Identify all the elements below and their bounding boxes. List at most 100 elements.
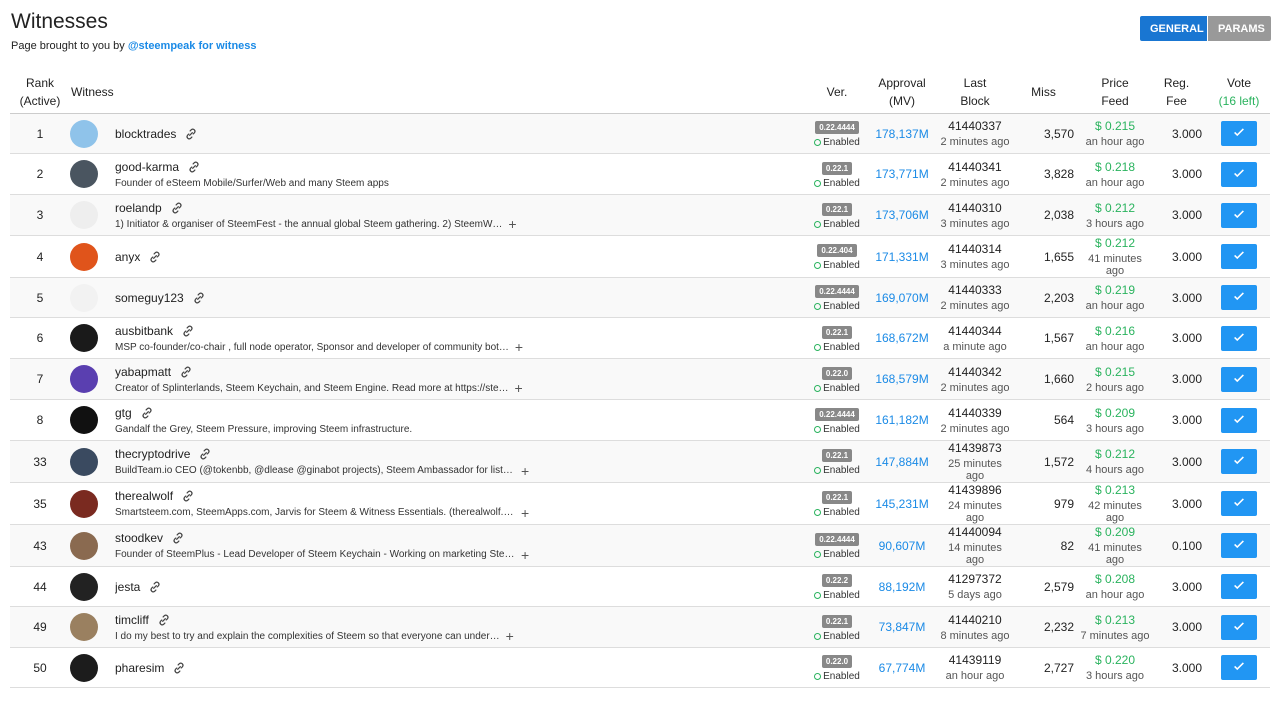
link-icon[interactable]	[140, 406, 154, 420]
price-value: $ 0.215	[1094, 364, 1136, 379]
price-time: an hour ago	[1085, 589, 1145, 601]
witness-name[interactable]: good-karma	[115, 160, 179, 174]
vote-button[interactable]	[1221, 574, 1257, 599]
avatar[interactable]	[70, 447, 98, 476]
col-reg-fee[interactable]: Reg. Fee	[1150, 71, 1208, 114]
witness-name[interactable]: ausbitbank	[115, 324, 173, 338]
col-witness[interactable]: Witness	[70, 71, 808, 114]
col-last-block[interactable]: Last Block	[938, 71, 1012, 114]
vote-button[interactable]	[1221, 533, 1257, 558]
witness-name[interactable]: blocktrades	[115, 127, 176, 141]
approval-link[interactable]: 147,884M	[875, 455, 928, 469]
approval-link[interactable]: 90,607M	[879, 539, 926, 553]
witness-name[interactable]: someguy123	[115, 291, 184, 305]
avatar[interactable]	[70, 653, 98, 682]
vote-button[interactable]	[1221, 161, 1257, 187]
vote-button[interactable]	[1221, 285, 1257, 310]
link-icon[interactable]	[148, 250, 162, 264]
expand-plus-icon[interactable]: +	[521, 548, 529, 561]
avatar[interactable]	[70, 531, 98, 560]
link-icon[interactable]	[192, 291, 206, 305]
link-icon[interactable]	[184, 127, 198, 141]
check-icon	[1232, 289, 1246, 306]
approval-link[interactable]: 161,182M	[875, 413, 928, 427]
vote-button[interactable]	[1221, 325, 1257, 351]
approval-link[interactable]: 88,192M	[879, 580, 926, 594]
vote-button[interactable]	[1221, 202, 1257, 228]
avatar[interactable]	[70, 119, 98, 148]
col-vote: Vote (16 left)	[1218, 76, 1260, 108]
expand-plus-icon[interactable]: +	[521, 506, 529, 519]
approval-link[interactable]: 145,231M	[875, 497, 928, 511]
last-block-cell: 41440337 2 minutes ago	[938, 114, 1012, 154]
witness-name[interactable]: therealwolf	[115, 489, 173, 503]
link-icon[interactable]	[179, 365, 193, 379]
witness-name[interactable]: roelandp	[115, 201, 162, 215]
vote-button[interactable]	[1221, 244, 1257, 269]
avatar[interactable]	[70, 613, 98, 641]
approval-link[interactable]: 168,579M	[875, 372, 928, 386]
col-version[interactable]: Ver.	[808, 71, 866, 114]
vote-button[interactable]	[1221, 614, 1257, 640]
avatar[interactable]	[70, 242, 98, 271]
link-icon[interactable]	[170, 201, 184, 215]
link-icon[interactable]	[148, 580, 162, 594]
steempeak-witness-link[interactable]: @steempeak for witness	[128, 40, 257, 52]
last-block-time: a minute ago	[943, 340, 1007, 353]
tab-params[interactable]: PARAMS	[1208, 16, 1271, 41]
vote-cell	[1208, 236, 1270, 278]
avatar[interactable]	[70, 572, 98, 601]
avatar[interactable]	[70, 283, 98, 312]
last-block-number: 41297372	[948, 572, 1002, 586]
approval-link[interactable]: 178,137M	[875, 127, 928, 141]
approval-link[interactable]: 173,706M	[875, 208, 928, 222]
link-icon[interactable]	[172, 661, 186, 675]
witness-name[interactable]: yabapmatt	[115, 365, 171, 379]
version-badge: 0.22.4444	[815, 533, 859, 546]
col-rank[interactable]: Rank (Active)	[10, 71, 70, 114]
witness-name[interactable]: stoodkev	[115, 531, 163, 545]
witness-name[interactable]: pharesim	[115, 661, 164, 675]
link-icon[interactable]	[198, 447, 212, 461]
reg-fee-cell: 3.000	[1171, 413, 1202, 427]
price-feed-cell: $ 0.215 an hour ago	[1080, 114, 1150, 154]
tab-general[interactable]: GENERAL	[1140, 16, 1207, 41]
vote-button[interactable]	[1221, 655, 1257, 680]
vote-button[interactable]	[1221, 366, 1257, 392]
expand-plus-icon[interactable]: +	[508, 217, 516, 230]
vote-button[interactable]	[1221, 449, 1257, 474]
approval-link[interactable]: 73,847M	[879, 620, 926, 634]
avatar[interactable]	[70, 160, 98, 188]
approval-link[interactable]: 168,672M	[875, 331, 928, 345]
link-icon[interactable]	[181, 324, 195, 338]
link-icon[interactable]	[171, 531, 185, 545]
witness-name[interactable]: jesta	[115, 580, 140, 594]
expand-plus-icon[interactable]: +	[506, 629, 514, 642]
avatar[interactable]	[70, 201, 98, 229]
col-miss[interactable]: Miss	[1012, 71, 1080, 114]
witness-name[interactable]: anyx	[115, 250, 140, 264]
witness-name[interactable]: thecryptodrive	[115, 447, 190, 461]
approval-link[interactable]: 67,774M	[879, 661, 926, 675]
col-approval[interactable]: Approval (MV)	[866, 71, 938, 114]
approval-link[interactable]: 173,771M	[875, 167, 928, 181]
avatar[interactable]	[70, 324, 98, 352]
vote-button[interactable]	[1221, 407, 1257, 433]
expand-plus-icon[interactable]: +	[521, 464, 529, 477]
col-price-feed[interactable]: Price Feed	[1080, 71, 1150, 114]
approval-link[interactable]: 171,331M	[875, 250, 928, 264]
link-icon[interactable]	[187, 160, 201, 174]
link-icon[interactable]	[181, 489, 195, 503]
vote-button[interactable]	[1221, 491, 1257, 516]
expand-plus-icon[interactable]: +	[515, 340, 523, 353]
avatar[interactable]	[70, 406, 98, 434]
witness-name[interactable]: timcliff	[115, 613, 149, 627]
avatar[interactable]	[70, 489, 98, 518]
expand-plus-icon[interactable]: +	[515, 381, 523, 394]
approval-link[interactable]: 169,070M	[875, 291, 928, 305]
link-icon[interactable]	[157, 613, 171, 627]
vote-button[interactable]	[1221, 121, 1257, 146]
price-value: $ 0.216	[1094, 323, 1136, 338]
witness-name[interactable]: gtg	[115, 406, 132, 420]
avatar[interactable]	[70, 365, 98, 393]
